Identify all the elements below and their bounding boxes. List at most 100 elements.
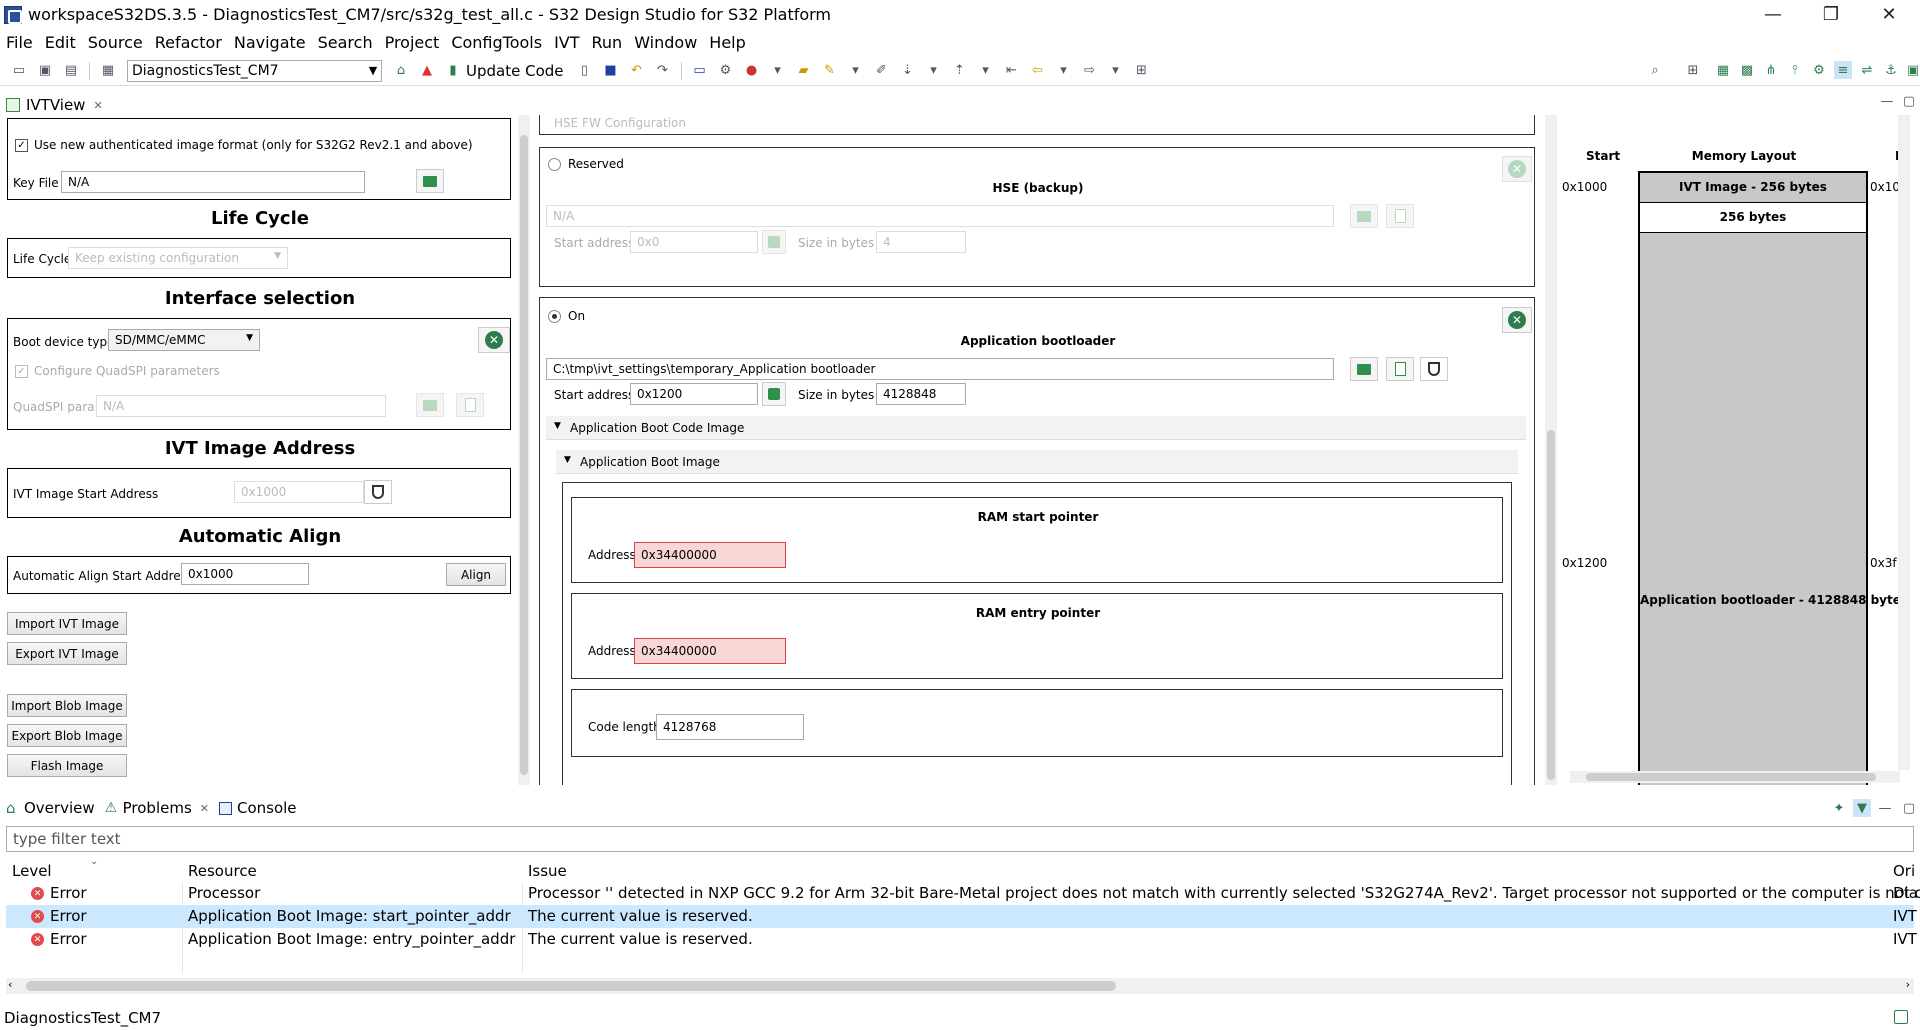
- maximize-button[interactable]: ❐: [1802, 0, 1860, 29]
- import-blob-button[interactable]: Import Blob Image: [7, 694, 127, 717]
- maximize-view-icon[interactable]: ▢: [1900, 92, 1918, 110]
- maximize-view-icon[interactable]: ▢: [1900, 799, 1918, 817]
- forward-icon[interactable]: ⇨: [1081, 62, 1099, 80]
- app-boot-code-header[interactable]: ▼ Application Boot Code Image: [546, 416, 1526, 440]
- app-boot-image-header[interactable]: ▼ Application Boot Image: [556, 450, 1518, 474]
- ivt-start-input[interactable]: 0x1000: [234, 481, 364, 503]
- col-level[interactable]: Level: [12, 862, 52, 880]
- perspective-2-icon[interactable]: ▦: [1714, 61, 1732, 79]
- open-folder-icon[interactable]: ▰: [795, 62, 813, 80]
- quadspi-param-input[interactable]: N/A: [96, 395, 386, 417]
- clear-boot-device-button[interactable]: ✕: [478, 327, 510, 353]
- menu-refactor[interactable]: Refactor: [155, 33, 222, 52]
- tab-overview[interactable]: ⌂ Overview: [6, 799, 95, 817]
- col-issue[interactable]: Issue: [528, 862, 567, 880]
- chevron-left-icon[interactable]: ‹: [8, 978, 12, 991]
- key-file-input[interactable]: N/A: [61, 171, 365, 193]
- perspective-8-icon[interactable]: ⇌: [1858, 61, 1876, 79]
- table-row[interactable]: ✕ Error Processor Processor '' detected …: [6, 882, 1920, 905]
- chevron-down-icon[interactable]: ▾: [1107, 62, 1125, 80]
- quadspi-browse-button[interactable]: [416, 393, 444, 417]
- hse-fw-label[interactable]: HSE FW Configuration: [554, 116, 686, 130]
- chevron-right-icon[interactable]: ›: [1906, 978, 1910, 991]
- next-annotation-icon[interactable]: ⇣: [899, 62, 917, 80]
- menu-ivt[interactable]: IVT: [554, 33, 579, 52]
- problems-filter-input[interactable]: type filter text: [6, 826, 1914, 852]
- quadspi-file-button[interactable]: [456, 393, 484, 417]
- save-all-icon[interactable]: ▤: [62, 62, 80, 80]
- run-icon[interactable]: ✎: [821, 62, 839, 80]
- project-combo[interactable]: DiagnosticsTest_CM7 ▼: [127, 59, 382, 82]
- scroll-thumb[interactable]: [1586, 773, 1876, 781]
- memory-h-scrollbar[interactable]: [1570, 771, 1900, 783]
- last-edit-icon[interactable]: ⇤: [1003, 62, 1021, 80]
- memory-block-app[interactable]: Application bootloader - 4128848 bytes: [1640, 593, 1908, 607]
- chevron-down-icon[interactable]: ▾: [977, 62, 995, 80]
- tab-ivtview[interactable]: IVTView ✕: [0, 92, 103, 118]
- stop-icon[interactable]: ■: [602, 62, 620, 80]
- hse-lock-button[interactable]: [762, 230, 786, 254]
- clear-app-button[interactable]: ✕: [1502, 307, 1532, 333]
- close-button[interactable]: ✕: [1860, 0, 1918, 29]
- menu-navigate[interactable]: Navigate: [234, 33, 306, 52]
- save-icon[interactable]: ▣: [36, 62, 54, 80]
- debug-icon[interactable]: ●: [743, 62, 761, 80]
- menu-run[interactable]: Run: [592, 33, 623, 52]
- pin-icon[interactable]: ⊞: [1133, 62, 1151, 80]
- perspective-3-icon[interactable]: ▩: [1738, 61, 1756, 79]
- tab-problems[interactable]: ⚠ Problems ✕: [105, 799, 209, 817]
- perspective-4-icon[interactable]: ⋔: [1762, 61, 1780, 79]
- browse-key-button[interactable]: [416, 169, 444, 193]
- menu-search[interactable]: Search: [318, 33, 373, 52]
- clear-hse-button[interactable]: ✕: [1502, 156, 1532, 182]
- boot-device-select[interactable]: SD/MMC/eMMC ▼: [108, 329, 260, 351]
- chevron-down-icon[interactable]: ▾: [1055, 62, 1073, 80]
- hse-size-input[interactable]: 4: [876, 231, 966, 253]
- memory-v-scrollbar[interactable]: [1898, 115, 1910, 770]
- prev-annotation-icon[interactable]: ⇡: [951, 62, 969, 80]
- menu-edit[interactable]: Edit: [45, 33, 76, 52]
- close-icon[interactable]: ✕: [200, 802, 209, 815]
- col-origin[interactable]: Ori: [1893, 862, 1915, 880]
- status-icon[interactable]: [1894, 1010, 1908, 1024]
- app-browse-button[interactable]: [1350, 357, 1378, 381]
- auto-align-input[interactable]: 0x1000: [181, 563, 309, 585]
- reserved-radio[interactable]: [548, 158, 561, 171]
- minimize-button[interactable]: —: [1744, 0, 1802, 29]
- scroll-thumb[interactable]: [1547, 430, 1555, 780]
- app-secure-button[interactable]: [1420, 357, 1448, 381]
- menu-window[interactable]: Window: [634, 33, 697, 52]
- filter-icon[interactable]: ▼: [1853, 799, 1871, 817]
- perspective-icon[interactable]: ⊞: [1684, 61, 1702, 79]
- scroll-thumb[interactable]: [26, 981, 1116, 991]
- redo-icon[interactable]: ↷: [654, 62, 672, 80]
- col-resource[interactable]: Resource: [188, 862, 257, 880]
- perspective-6-icon[interactable]: ⚙: [1810, 61, 1828, 79]
- export-ivt-button[interactable]: Export IVT Image: [7, 642, 127, 665]
- app-size-input[interactable]: 4128848: [876, 383, 966, 405]
- menu-help[interactable]: Help: [709, 33, 745, 52]
- app-file-button[interactable]: [1386, 357, 1414, 381]
- middle-panel-scrollbar[interactable]: [1545, 115, 1557, 785]
- perspective-5-icon[interactable]: ⫯: [1786, 61, 1804, 79]
- align-button[interactable]: Align: [446, 563, 506, 586]
- app-path-input[interactable]: C:\tmp\ivt_settings\temporary_Applicatio…: [546, 358, 1334, 380]
- tab-console[interactable]: Console: [218, 799, 297, 817]
- lightbulb-icon[interactable]: ✦: [1830, 799, 1848, 817]
- quadspi-checkbox[interactable]: ✓: [15, 365, 28, 378]
- flash-image-button[interactable]: Flash Image: [7, 754, 127, 777]
- ram-start-input[interactable]: 0x34400000: [634, 542, 786, 568]
- ram-entry-input[interactable]: 0x34400000: [634, 638, 786, 664]
- chevron-down-icon[interactable]: ▾: [847, 62, 865, 80]
- memory-block-gap[interactable]: 256 bytes: [1640, 203, 1866, 233]
- memory-block-ivt[interactable]: IVT Image - 256 bytes: [1640, 173, 1866, 203]
- auth-format-checkbox[interactable]: ✓: [15, 139, 28, 152]
- app-lock-button[interactable]: [762, 382, 786, 406]
- app-start-input[interactable]: 0x1200: [630, 383, 758, 405]
- file-icon[interactable]: ▯: [576, 62, 594, 80]
- undo-icon[interactable]: ↶: [628, 62, 646, 80]
- menu-project[interactable]: Project: [385, 33, 440, 52]
- gear-icon[interactable]: ⚙: [717, 62, 735, 80]
- left-panel-scrollbar[interactable]: [518, 115, 530, 785]
- minimize-view-icon[interactable]: —: [1878, 92, 1896, 110]
